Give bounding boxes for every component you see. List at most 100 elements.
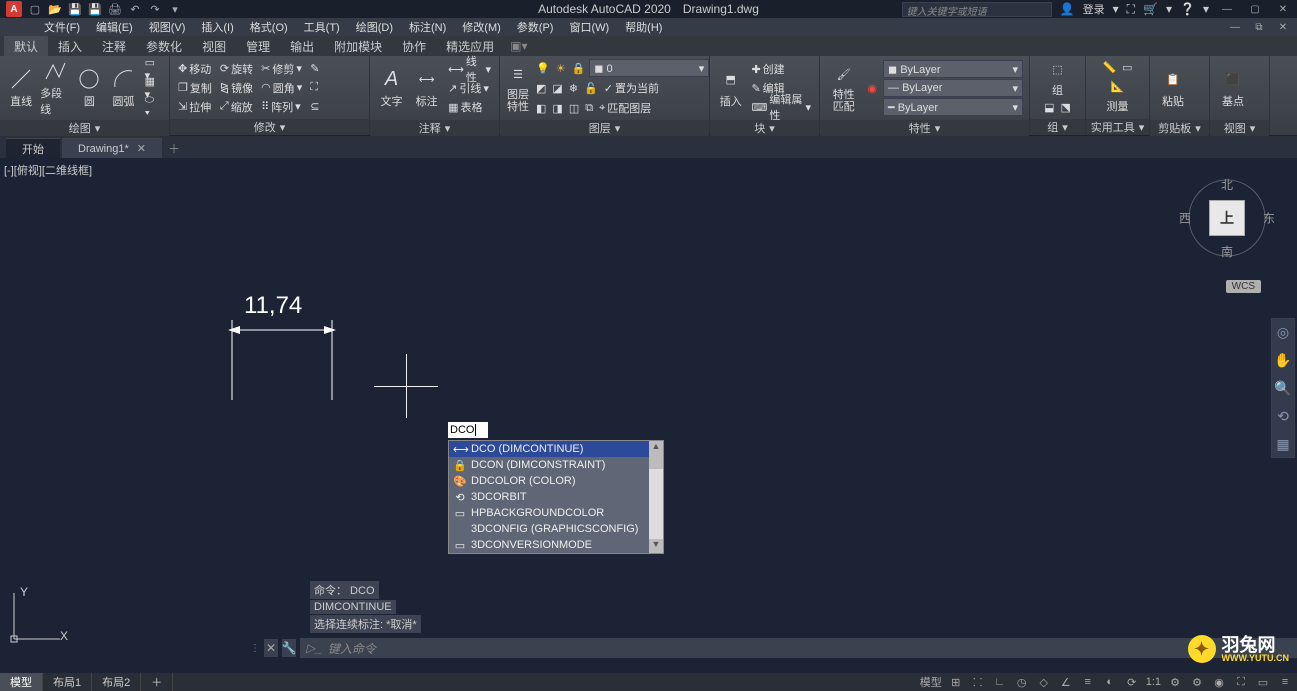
ribbon-minimize-icon[interactable]: ▣▾ (510, 39, 527, 53)
layer-merge-icon[interactable]: ⧉ (583, 99, 595, 117)
menu-view[interactable]: 视图(V) (141, 18, 194, 36)
customize-icon[interactable]: ≡ (1277, 674, 1293, 690)
polar-icon[interactable]: ◷ (1014, 674, 1030, 690)
viewcube[interactable]: 北 南 东 西 上 (1187, 178, 1267, 258)
zoom-icon[interactable]: 🔍 (1274, 379, 1292, 397)
cmdline-config-icon[interactable]: 🔧 (282, 639, 296, 657)
chevron-down-icon[interactable]: ▾ (1113, 2, 1119, 16)
menu-help[interactable]: 帮助(H) (617, 18, 670, 36)
help-icon[interactable]: ❔ (1180, 2, 1195, 16)
layer-iso-icon[interactable]: ◩ (534, 79, 548, 97)
pan-icon[interactable]: ✋ (1274, 351, 1292, 369)
cleanscreen-icon[interactable]: ▭ (1255, 674, 1271, 690)
panel-expand-icon[interactable]: ▾ (95, 122, 101, 135)
infocenter-search[interactable]: 键入关键字或短语 (902, 2, 1052, 17)
maximize-button[interactable]: ▢ (1245, 2, 1265, 16)
offset-button[interactable]: ⊆ (308, 98, 321, 116)
otrack-icon[interactable]: ∠ (1058, 674, 1074, 690)
signin-label[interactable]: 登录 (1083, 1, 1105, 17)
layer-props-button[interactable]: ☰图层 特性 (506, 58, 530, 118)
autocomplete-item[interactable]: 3DCONFIG (GRAPHICSCONFIG) (449, 521, 663, 537)
ellipse-button[interactable]: ⬭ ▾ (143, 98, 163, 116)
doc-close-button[interactable]: ✕ (1273, 20, 1293, 34)
doc-restore-button[interactable]: ⧉ (1249, 20, 1269, 34)
menu-modify[interactable]: 修改(M) (454, 18, 509, 36)
viewport-label[interactable]: [-][俯视][二维线框] (4, 162, 92, 178)
dimension-object[interactable]: 11,74 (226, 308, 346, 418)
ribbon-tab-insert[interactable]: 插入 (48, 36, 92, 56)
group-edit-icon[interactable]: ⬔ (1059, 98, 1073, 116)
ribbon-tab-param[interactable]: 参数化 (136, 36, 192, 56)
ribbon-tab-default[interactable]: 默认 (4, 36, 48, 56)
layout1-tab[interactable]: 布局1 (43, 673, 92, 691)
circle-button[interactable]: 圆 (74, 58, 104, 118)
doc-minimize-button[interactable]: — (1225, 20, 1245, 34)
showmotion-icon[interactable]: ▦ (1274, 435, 1292, 453)
layer-setcurrent-button[interactable]: ✓ 置为当前 (602, 79, 661, 97)
panel-expand-icon[interactable]: ▾ (1062, 121, 1068, 134)
selectall-icon[interactable]: ▭ (1120, 58, 1134, 76)
command-input[interactable]: ▷_ 键入命令 (300, 638, 1297, 658)
ucs-icon[interactable]: Y X (6, 587, 66, 647)
autocomplete-item[interactable]: ▭HPBACKGROUNDCOLOR (449, 505, 663, 521)
drawing-canvas[interactable]: [-][俯视][二维线框] 北 南 东 西 上 WCS ◎ ✋ 🔍 ⟲ ▦ 11… (0, 158, 1297, 673)
scale-button[interactable]: ⤢ 缩放 (218, 98, 255, 116)
viewcube-east[interactable]: 东 (1263, 210, 1275, 227)
text-button[interactable]: A文字 (376, 58, 407, 118)
measure-button[interactable]: 📐测量 (1101, 76, 1135, 114)
layer-freeze-icon[interactable]: ☀ (554, 59, 568, 77)
cart-icon[interactable]: 🛒 (1143, 2, 1158, 16)
explode-button[interactable]: ⛶ (308, 79, 321, 97)
menu-window[interactable]: 窗口(W) (561, 18, 617, 36)
layer-walk-icon[interactable]: ◨ (550, 99, 564, 117)
color-selector[interactable]: ◼ ByLayer▾ (883, 60, 1023, 78)
hardware-icon[interactable]: ⛶ (1233, 674, 1249, 690)
snap-icon[interactable]: ⸬ (970, 674, 986, 690)
autocomplete-item[interactable]: ⟲3DCORBIT (449, 489, 663, 505)
block-create-button[interactable]: ✚ 创建 (749, 60, 813, 78)
tab-close-icon[interactable]: ✕ (137, 142, 146, 155)
autocomplete-item[interactable]: ▭3DCONVERSIONMODE (449, 537, 663, 553)
status-model-label[interactable]: 模型 (920, 674, 942, 690)
viewcube-west[interactable]: 西 (1179, 210, 1191, 227)
menu-format[interactable]: 格式(O) (242, 18, 296, 36)
saveas-icon[interactable]: 💾 (88, 2, 102, 16)
steering-wheel-icon[interactable]: ◎ (1274, 323, 1292, 341)
annoscale-label[interactable]: 1:1 (1146, 676, 1161, 688)
layer-lock-icon[interactable]: 🔒 (570, 59, 588, 77)
linear-dim-button[interactable]: ⟷ 线性 ▾ (446, 60, 493, 78)
tab-drawing[interactable]: Drawing1*✕ (62, 138, 162, 158)
minimize-button[interactable]: — (1217, 2, 1237, 16)
osnap-icon[interactable]: ◇ (1036, 674, 1052, 690)
add-layout-button[interactable]: ＋ (141, 673, 173, 691)
autocomplete-item[interactable]: 🎨DDCOLOR (COLOR) (449, 473, 663, 489)
menu-file[interactable]: 文件(F) (36, 18, 88, 36)
new-icon[interactable]: ▢ (28, 2, 42, 16)
menu-draw[interactable]: 绘图(D) (348, 18, 401, 36)
signin-icon[interactable]: 👤 (1060, 2, 1075, 16)
rotate-button[interactable]: ⟳ 旋转 (218, 60, 255, 78)
ungroup-icon[interactable]: ⬓ (1042, 98, 1056, 116)
layer-thaw-icon[interactable]: ❄ (567, 79, 580, 97)
color-icon[interactable]: ◉ (865, 79, 879, 97)
annovis-icon[interactable]: ⚙ (1167, 674, 1183, 690)
matchprop-button[interactable]: 🖌特性 匹配 (826, 58, 861, 118)
plot-icon[interactable]: 🖨 (108, 2, 122, 16)
erase-button[interactable]: ✎ (308, 60, 321, 78)
grid-icon[interactable]: ⊞ (948, 674, 964, 690)
mirror-button[interactable]: ⧎ 镜像 (218, 79, 255, 97)
isolate-icon[interactable]: ◉ (1211, 674, 1227, 690)
layout2-tab[interactable]: 布局2 (92, 673, 141, 691)
move-button[interactable]: ✥ 移动 (176, 60, 214, 78)
menu-dim[interactable]: 标注(N) (401, 18, 454, 36)
lineweight-icon[interactable]: ≡ (1080, 674, 1096, 690)
viewcube-south[interactable]: 南 (1221, 243, 1233, 260)
polyline-button[interactable]: 多段线 (40, 58, 70, 118)
menu-edit[interactable]: 编辑(E) (88, 18, 141, 36)
panel-expand-icon[interactable]: ▾ (1195, 122, 1201, 135)
qat-dropdown-icon[interactable]: ▾ (168, 2, 182, 16)
block-insert-button[interactable]: ⬒插入 (716, 58, 745, 118)
ribbon-tab-addins[interactable]: 附加模块 (324, 36, 392, 56)
ribbon-tab-manage[interactable]: 管理 (236, 36, 280, 56)
measure-icon[interactable]: 📏 (1100, 58, 1118, 76)
